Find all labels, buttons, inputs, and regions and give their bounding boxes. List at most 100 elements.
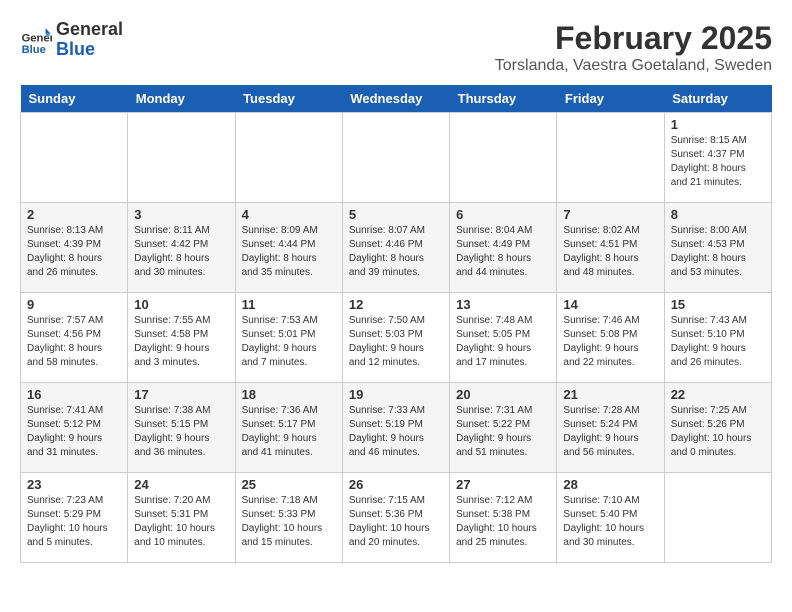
day-cell: 13 Sunrise: 7:48 AM Sunset: 5:05 PM Dayli…	[450, 293, 557, 383]
day-cell: 12 Sunrise: 7:50 AM Sunset: 5:03 PM Dayli…	[342, 293, 449, 383]
title-area: February 2025 Torslanda, Vaestra Goetala…	[495, 20, 772, 75]
calendar-header: SundayMondayTuesdayWednesdayThursdayFrid…	[21, 85, 772, 113]
day-cell: 14Sunrise: 7:46 AM Sunset: 5:08 PM Dayli…	[557, 293, 664, 383]
day-cell: 7 Sunrise: 8:02 AM Sunset: 4:51 PM Daylig…	[557, 203, 664, 293]
day-cell: 16 Sunrise: 7:41 AM Sunset: 5:12 PM Dayli…	[21, 383, 128, 473]
day-number: 17	[134, 387, 228, 402]
day-number: 14	[563, 297, 657, 312]
calendar-table: SundayMondayTuesdayWednesdayThursdayFrid…	[20, 85, 772, 563]
day-cell: 1Sunrise: 8:15 AM Sunset: 4:37 PM Daylig…	[664, 113, 771, 203]
main-title: February 2025	[495, 20, 772, 57]
day-cell	[450, 113, 557, 203]
day-number: 3	[134, 207, 228, 222]
day-cell: 26 Sunrise: 7:15 AM Sunset: 5:36 PM Dayli…	[342, 473, 449, 563]
day-cell	[342, 113, 449, 203]
day-info: Sunrise: 7:50 AM Sunset: 5:03 PM Dayligh…	[349, 314, 443, 370]
day-info: Sunrise: 7:48 AM Sunset: 5:05 PM Dayligh…	[456, 314, 550, 370]
day-number: 25	[242, 477, 336, 492]
header-cell-wednesday: Wednesday	[342, 85, 449, 113]
day-info: Sunrise: 8:09 AM Sunset: 4:44 PM Dayligh…	[242, 224, 336, 280]
day-cell: 6 Sunrise: 8:04 AM Sunset: 4:49 PM Daylig…	[450, 203, 557, 293]
day-number: 21	[563, 387, 657, 402]
day-info: Sunrise: 8:02 AM Sunset: 4:51 PM Dayligh…	[563, 224, 657, 280]
day-number: 4	[242, 207, 336, 222]
day-number: 5	[349, 207, 443, 222]
day-info: Sunrise: 8:07 AM Sunset: 4:46 PM Dayligh…	[349, 224, 443, 280]
day-number: 22	[671, 387, 765, 402]
day-cell: 8Sunrise: 8:00 AM Sunset: 4:53 PM Daylig…	[664, 203, 771, 293]
day-number: 27	[456, 477, 550, 492]
day-info: Sunrise: 7:33 AM Sunset: 5:19 PM Dayligh…	[349, 404, 443, 460]
day-cell: 28Sunrise: 7:10 AM Sunset: 5:40 PM Dayli…	[557, 473, 664, 563]
day-cell: 17 Sunrise: 7:38 AM Sunset: 5:15 PM Dayli…	[128, 383, 235, 473]
day-cell: 21Sunrise: 7:28 AM Sunset: 5:24 PM Dayli…	[557, 383, 664, 473]
day-number: 20	[456, 387, 550, 402]
week-row-4: 16 Sunrise: 7:41 AM Sunset: 5:12 PM Dayli…	[21, 383, 772, 473]
day-cell	[128, 113, 235, 203]
header: General Blue General Blue February 2025 …	[20, 20, 772, 75]
day-cell: 20 Sunrise: 7:31 AM Sunset: 5:22 PM Dayli…	[450, 383, 557, 473]
day-info: Sunrise: 7:15 AM Sunset: 5:36 PM Dayligh…	[349, 494, 443, 550]
logo: General Blue General Blue	[20, 20, 123, 60]
logo-icon: General Blue	[20, 24, 52, 56]
day-number: 8	[671, 207, 765, 222]
week-row-5: 23Sunrise: 7:23 AM Sunset: 5:29 PM Dayli…	[21, 473, 772, 563]
day-number: 26	[349, 477, 443, 492]
header-cell-saturday: Saturday	[664, 85, 771, 113]
day-cell: 9Sunrise: 7:57 AM Sunset: 4:56 PM Daylig…	[21, 293, 128, 383]
day-number: 13	[456, 297, 550, 312]
day-number: 28	[563, 477, 657, 492]
day-number: 19	[349, 387, 443, 402]
day-info: Sunrise: 8:13 AM Sunset: 4:39 PM Dayligh…	[27, 224, 121, 280]
day-cell	[21, 113, 128, 203]
day-cell: 5 Sunrise: 8:07 AM Sunset: 4:46 PM Daylig…	[342, 203, 449, 293]
header-cell-monday: Monday	[128, 85, 235, 113]
day-info: Sunrise: 8:11 AM Sunset: 4:42 PM Dayligh…	[134, 224, 228, 280]
day-number: 18	[242, 387, 336, 402]
header-cell-thursday: Thursday	[450, 85, 557, 113]
day-number: 16	[27, 387, 121, 402]
day-info: Sunrise: 7:31 AM Sunset: 5:22 PM Dayligh…	[456, 404, 550, 460]
day-info: Sunrise: 7:38 AM Sunset: 5:15 PM Dayligh…	[134, 404, 228, 460]
day-cell: 18 Sunrise: 7:36 AM Sunset: 5:17 PM Dayli…	[235, 383, 342, 473]
week-row-3: 9Sunrise: 7:57 AM Sunset: 4:56 PM Daylig…	[21, 293, 772, 383]
day-info: Sunrise: 7:57 AM Sunset: 4:56 PM Dayligh…	[27, 314, 121, 370]
day-info: Sunrise: 7:43 AM Sunset: 5:10 PM Dayligh…	[671, 314, 765, 370]
day-cell: 11Sunrise: 7:53 AM Sunset: 5:01 PM Dayli…	[235, 293, 342, 383]
day-cell: 24Sunrise: 7:20 AM Sunset: 5:31 PM Dayli…	[128, 473, 235, 563]
day-number: 10	[134, 297, 228, 312]
day-cell: 27 Sunrise: 7:12 AM Sunset: 5:38 PM Dayli…	[450, 473, 557, 563]
week-row-2: 2 Sunrise: 8:13 AM Sunset: 4:39 PM Daylig…	[21, 203, 772, 293]
day-number: 12	[349, 297, 443, 312]
logo-text: General Blue	[56, 20, 123, 60]
svg-text:Blue: Blue	[22, 44, 46, 56]
day-info: Sunrise: 8:04 AM Sunset: 4:49 PM Dayligh…	[456, 224, 550, 280]
header-cell-tuesday: Tuesday	[235, 85, 342, 113]
day-number: 2	[27, 207, 121, 222]
day-cell: 19 Sunrise: 7:33 AM Sunset: 5:19 PM Dayli…	[342, 383, 449, 473]
header-row: SundayMondayTuesdayWednesdayThursdayFrid…	[21, 85, 772, 113]
day-cell: 4 Sunrise: 8:09 AM Sunset: 4:44 PM Daylig…	[235, 203, 342, 293]
day-number: 24	[134, 477, 228, 492]
day-info: Sunrise: 7:55 AM Sunset: 4:58 PM Dayligh…	[134, 314, 228, 370]
day-cell: 2 Sunrise: 8:13 AM Sunset: 4:39 PM Daylig…	[21, 203, 128, 293]
day-cell: 10 Sunrise: 7:55 AM Sunset: 4:58 PM Dayli…	[128, 293, 235, 383]
day-info: Sunrise: 7:53 AM Sunset: 5:01 PM Dayligh…	[242, 314, 336, 370]
week-row-1: 1Sunrise: 8:15 AM Sunset: 4:37 PM Daylig…	[21, 113, 772, 203]
day-info: Sunrise: 7:12 AM Sunset: 5:38 PM Dayligh…	[456, 494, 550, 550]
day-info: Sunrise: 7:23 AM Sunset: 5:29 PM Dayligh…	[27, 494, 121, 550]
day-cell	[235, 113, 342, 203]
day-info: Sunrise: 7:18 AM Sunset: 5:33 PM Dayligh…	[242, 494, 336, 550]
subtitle: Torslanda, Vaestra Goetaland, Sweden	[495, 57, 772, 75]
day-cell: 3 Sunrise: 8:11 AM Sunset: 4:42 PM Daylig…	[128, 203, 235, 293]
day-info: Sunrise: 7:36 AM Sunset: 5:17 PM Dayligh…	[242, 404, 336, 460]
calendar-body: 1Sunrise: 8:15 AM Sunset: 4:37 PM Daylig…	[21, 113, 772, 563]
day-cell: 22Sunrise: 7:25 AM Sunset: 5:26 PM Dayli…	[664, 383, 771, 473]
day-number: 7	[563, 207, 657, 222]
day-info: Sunrise: 7:41 AM Sunset: 5:12 PM Dayligh…	[27, 404, 121, 460]
day-number: 1	[671, 117, 765, 132]
header-cell-friday: Friday	[557, 85, 664, 113]
day-cell	[664, 473, 771, 563]
day-cell	[557, 113, 664, 203]
day-number: 6	[456, 207, 550, 222]
